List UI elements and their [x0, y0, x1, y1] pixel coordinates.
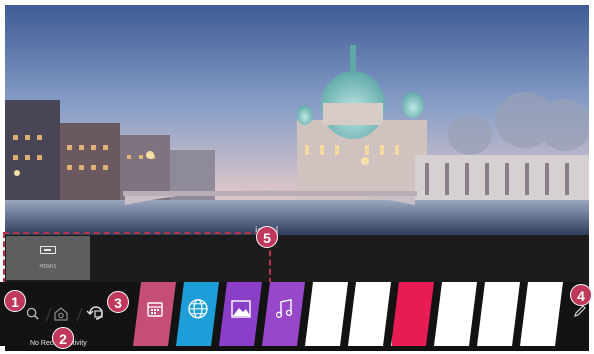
home-dashboard-icon[interactable] [53, 306, 69, 322]
recent-activity-icon[interactable] [86, 304, 106, 322]
pencil-edit-icon[interactable] [573, 304, 587, 318]
globe-icon [187, 298, 209, 325]
search-icon[interactable] [26, 307, 39, 320]
callout-3: 3 [107, 291, 129, 313]
background-scene [5, 5, 589, 235]
callout-2: 2 [52, 327, 74, 349]
music-note-icon [274, 298, 294, 325]
callout-5: 5 [256, 226, 278, 248]
calendar-icon [145, 299, 165, 324]
callout-4: 4 [570, 284, 592, 306]
callout-1: 1 [4, 290, 26, 312]
separator [76, 308, 83, 321]
image-icon [230, 299, 252, 324]
separator [45, 308, 52, 321]
recent-inputs-highlight [3, 232, 271, 284]
